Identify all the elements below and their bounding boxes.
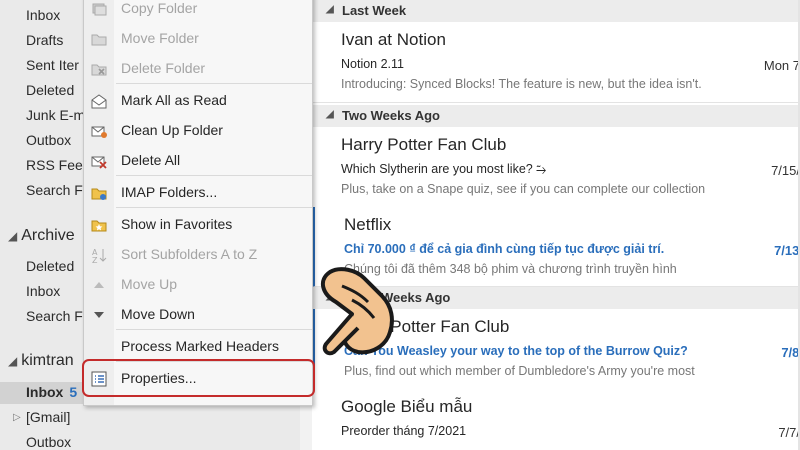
menu-item-sort-subfolders[interactable]: AZ Sort Subfolders A to Z: [84, 241, 312, 269]
archive-folder-inbox[interactable]: Inbox: [26, 283, 60, 299]
menu-item-move-folder[interactable]: Move Folder: [84, 25, 312, 53]
collapse-triangle-icon[interactable]: ◢: [8, 229, 17, 243]
menu-item-label: Copy Folder: [121, 0, 198, 16]
message-date: 7/13/: [774, 243, 800, 258]
menu-item-move-up[interactable]: Move Up: [84, 271, 312, 299]
envelope-open-icon: [91, 94, 107, 109]
folder-junk[interactable]: Junk E-m: [26, 107, 85, 123]
account-section[interactable]: ◢ kimtran: [8, 352, 74, 370]
properties-highlight-frame: [82, 359, 315, 397]
message-date: 7/15/: [771, 163, 800, 178]
message-date: Mon 7: [763, 58, 800, 73]
message-list: ◢ Last Week Ivan at Notion Notion 2.11 In…: [312, 0, 800, 450]
menu-item-copy-folder[interactable]: Copy Folder: [84, 0, 312, 23]
menu-item-label: Move Folder: [121, 30, 199, 46]
clean-up-icon: [91, 126, 107, 138]
group-title: Last Week: [342, 3, 407, 18]
group-header-last-week[interactable]: ◢ Last Week: [312, 0, 800, 22]
collapse-triangle-icon[interactable]: ◢: [326, 4, 334, 15]
folder-outbox[interactable]: Outbox: [26, 132, 71, 148]
message-subject: Preorder tháng 7/2021: [341, 424, 467, 438]
menu-separator: [116, 207, 312, 208]
message-preview: Introducing: Synced Blocks! The feature …: [341, 77, 702, 91]
svg-text:Z: Z: [92, 256, 98, 264]
account-inbox[interactable]: Inbox 5: [26, 384, 77, 400]
message-subject: Which Slytherin are you most like? ⥲: [341, 162, 547, 176]
group-header-two-weeks-ago[interactable]: ◢ Two Weeks Ago: [312, 105, 800, 127]
menu-item-label: Process Marked Headers: [121, 338, 279, 354]
collapse-triangle-icon[interactable]: ◢: [8, 354, 17, 368]
account-outbox[interactable]: Outbox: [26, 434, 71, 450]
archive-folder-search[interactable]: Search F: [26, 308, 83, 324]
folder-search[interactable]: Search F: [26, 182, 83, 198]
menu-separator: [116, 329, 312, 330]
menu-item-mark-all-read[interactable]: Mark All as Read: [84, 87, 312, 115]
message-preview: Plus, take on a Snape quiz, see if you c…: [341, 182, 706, 196]
move-folder-icon: [91, 34, 107, 46]
message-sender: Harry Potter Fan Club: [341, 135, 507, 154]
menu-item-clean-up-folder[interactable]: Clean Up Folder: [84, 117, 312, 145]
folder-sent-items[interactable]: Sent Iter: [26, 57, 79, 73]
menu-item-label: Delete Folder: [121, 60, 206, 76]
folder-rss[interactable]: RSS Feed: [26, 157, 91, 173]
star-folder-icon: [91, 220, 107, 232]
imap-folder-icon: [91, 188, 107, 200]
collapse-triangle-icon[interactable]: ◢: [326, 109, 334, 120]
expand-chevron-icon[interactable]: ▷: [13, 412, 21, 423]
sort-az-icon: AZ: [92, 248, 107, 264]
message-sender: Google Biểu mẫu: [341, 397, 473, 416]
menu-item-label: Move Down: [121, 306, 195, 322]
group-title: Two Weeks Ago: [342, 108, 440, 123]
message-subject: Notion 2.11: [341, 57, 405, 71]
menu-item-imap-folders[interactable]: IMAP Folders...: [84, 179, 312, 207]
menu-item-move-down[interactable]: Move Down: [84, 301, 312, 329]
message-date: 7/7/: [778, 425, 800, 440]
menu-item-delete-folder[interactable]: Delete Folder: [84, 55, 312, 83]
message-item[interactable]: Harry Potter Fan Club Which Slytherin ar…: [312, 127, 800, 208]
folder-deleted[interactable]: Deleted: [26, 82, 74, 98]
menu-separator: [116, 175, 312, 176]
folder-context-menu: Copy Folder Move Folder Delete Folder Ma…: [83, 0, 313, 406]
folder-gmail[interactable]: [Gmail]: [26, 409, 70, 425]
archive-folder-deleted[interactable]: Deleted: [26, 258, 74, 274]
arrow-down-icon: [94, 312, 104, 318]
menu-item-delete-all[interactable]: Delete All: [84, 147, 312, 175]
folder-inbox[interactable]: Inbox: [26, 7, 60, 23]
copy-folder-icon: [92, 3, 107, 16]
message-sender: Netflix: [344, 215, 392, 234]
menu-separator: [116, 83, 312, 84]
message-preview: Plus, find out which member of Dumbledor…: [344, 364, 695, 378]
menu-item-label: IMAP Folders...: [121, 184, 218, 200]
message-item[interactable]: Ivan at Notion Notion 2.11 Introducing: …: [312, 22, 800, 103]
menu-item-process-marked-headers[interactable]: Process Marked Headers: [84, 333, 312, 361]
account-label: kimtran: [21, 352, 74, 369]
unread-count-badge: 5: [69, 384, 78, 400]
delete-folder-icon: [91, 64, 107, 76]
pointing-hand-icon: [320, 267, 394, 356]
archive-label: Archive: [21, 227, 75, 244]
account-inbox-label: Inbox: [26, 384, 64, 400]
menu-item-label: Clean Up Folder: [121, 122, 223, 138]
folder-drafts[interactable]: Drafts: [26, 32, 63, 48]
archive-section[interactable]: ◢ Archive: [8, 227, 75, 245]
menu-item-label: Move Up: [121, 276, 178, 292]
menu-item-label: Delete All: [121, 152, 181, 168]
menu-item-label: Sort Subfolders A to Z: [121, 246, 258, 262]
message-item[interactable]: Google Biểu mẫu Preorder tháng 7/2021 7/…: [312, 389, 800, 450]
message-subject: Chỉ 70.000 ₫ để cả gia đình cùng tiếp tụ…: [344, 242, 665, 256]
menu-item-show-in-favorites[interactable]: Show in Favorites: [84, 211, 312, 239]
message-sender: Ivan at Notion: [341, 30, 446, 49]
menu-item-label: Mark All as Read: [121, 92, 227, 108]
arrow-up-icon: [94, 282, 104, 288]
delete-all-icon: [91, 156, 107, 169]
menu-item-label: Show in Favorites: [121, 216, 233, 232]
